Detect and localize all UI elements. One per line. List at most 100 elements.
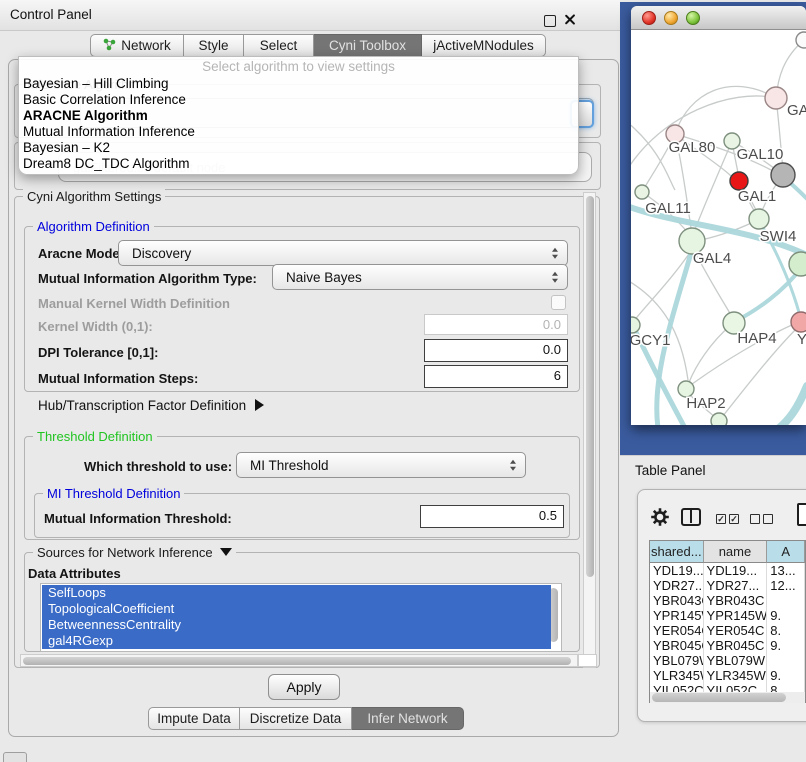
tab-jactivemnodules[interactable]: jActiveMNodules: [422, 34, 546, 57]
dpi-tolerance-field[interactable]: 0.0: [424, 339, 568, 362]
tab-infer-network[interactable]: Infer Network: [352, 707, 464, 730]
dropdown-item-bayesian-k2[interactable]: Bayesian – K2: [23, 140, 110, 156]
table-row[interactable]: YDL19...YDL19...13...: [650, 563, 805, 578]
table-cell: YPR145W: [650, 608, 704, 623]
table-row[interactable]: YBL079WYBL079W: [650, 653, 805, 668]
tab-discretize-data[interactable]: Discretize Data: [240, 707, 352, 730]
table-row[interactable]: YPR145WYPR145W9.: [650, 608, 805, 623]
column-header-name[interactable]: name: [704, 541, 768, 563]
network-node[interactable]: [749, 209, 769, 229]
dropdown-item-mutual-information-inference[interactable]: Mutual Information Inference: [23, 124, 195, 140]
table-horizontal-scrollbar[interactable]: [650, 692, 805, 703]
network-window: GALGAL80GAL10GAL1GAL11SWI4GAL4GCY1HAP4YH…: [631, 6, 806, 425]
column-header-shared[interactable]: shared...: [650, 541, 704, 563]
node-label-gal1: GAL1: [738, 188, 776, 205]
which-threshold-label: Which threshold to use:: [84, 459, 232, 474]
select-all-columns-icon[interactable]: ✓: [716, 514, 726, 524]
attribute-item-selfloops[interactable]: SelfLoops: [42, 585, 551, 601]
table-row[interactable]: YER054CYER054C8.: [650, 623, 805, 638]
scrollbar-thumb[interactable]: [586, 196, 594, 577]
dropdown-item-aracne-algorithm[interactable]: ARACNE Algorithm: [23, 108, 148, 124]
which-threshold-combobox[interactable]: MI Threshold: [236, 452, 526, 478]
column-header-a[interactable]: A: [767, 541, 805, 563]
algorithm-dropdown-placeholder: Select algorithm to view settings: [19, 59, 578, 74]
gear-icon[interactable]: [649, 506, 671, 528]
settings-horizontal-scrollbar[interactable]: [20, 654, 578, 667]
tab-select[interactable]: Select: [244, 34, 314, 57]
minimized-panel-icon[interactable]: [3, 752, 27, 762]
control-panel-titlebar: Control Panel: [0, 0, 620, 31]
stepper-arrows-icon: [552, 272, 558, 283]
stepper-arrows-icon: [552, 248, 558, 259]
expand-down-icon: [220, 548, 232, 556]
network-edge-highlighted: [736, 268, 801, 321]
select-all-columns-icon[interactable]: ✓: [729, 514, 739, 524]
deselect-all-columns-icon[interactable]: [750, 514, 760, 524]
cyni-bottom-tabs: Impute Data Discretize Data Infer Network: [148, 707, 464, 730]
network-edge: [688, 325, 731, 385]
node-table[interactable]: shared...nameAYDL19...YDL19...13...YDR27…: [649, 540, 806, 703]
table-cell: 9.: [767, 638, 805, 653]
attribute-item-gal4rgexp[interactable]: gal4RGexp: [42, 633, 551, 649]
table-cell: YDR27...: [650, 578, 704, 593]
sources-group-title[interactable]: Sources for Network Inference: [33, 545, 236, 560]
tab-label: Impute Data: [157, 711, 231, 726]
aracne-mode-combobox[interactable]: Discovery: [118, 240, 568, 266]
float-window-icon[interactable]: [544, 15, 556, 27]
node-label-gal11: GAL11: [645, 200, 691, 217]
network-canvas[interactable]: GALGAL80GAL10GAL1GAL11SWI4GAL4GCY1HAP4YH…: [631, 30, 806, 425]
attribute-item-betweennesscentrality[interactable]: BetweennessCentrality: [42, 617, 551, 633]
kernel-width-field[interactable]: 0.0: [424, 314, 568, 335]
apply-button[interactable]: Apply: [268, 674, 340, 700]
tab-label: Discretize Data: [250, 711, 342, 726]
network-graph[interactable]: GALGAL80GAL10GAL1GAL11SWI4GAL4GCY1HAP4YH…: [631, 30, 806, 425]
network-node[interactable]: [711, 413, 727, 425]
mi-type-combobox[interactable]: Naive Bayes: [272, 264, 568, 290]
scrollbar-thumb[interactable]: [652, 693, 786, 702]
dropdown-item-bayesian-hill-climbing[interactable]: Bayesian – Hill Climbing: [23, 76, 169, 92]
network-node[interactable]: [796, 32, 806, 48]
table-row[interactable]: YDR27...YDR27...12...: [650, 578, 805, 593]
tab-cyni-toolbox[interactable]: Cyni Toolbox: [314, 34, 422, 57]
dropdown-item-basic-correlation-inference[interactable]: Basic Correlation Inference: [23, 92, 186, 108]
mi-steps-field[interactable]: 6: [424, 365, 568, 388]
manual-kernel-checkbox[interactable]: [551, 295, 566, 310]
network-node[interactable]: [789, 252, 806, 276]
network-node[interactable]: [791, 312, 806, 332]
node-label-gcy1: GCY1: [631, 332, 670, 349]
close-icon[interactable]: [564, 13, 577, 26]
minimize-icon[interactable]: [664, 11, 678, 25]
tab-impute-data[interactable]: Impute Data: [148, 707, 240, 730]
network-window-titlebar[interactable]: [631, 6, 806, 30]
tab-network[interactable]: Network: [90, 34, 184, 57]
close-icon[interactable]: [642, 11, 656, 25]
table-cell: YBR045C: [650, 638, 704, 653]
expand-right-icon: [255, 399, 264, 411]
table-row[interactable]: YBR045CYBR045C9.: [650, 638, 805, 653]
tab-style[interactable]: Style: [184, 34, 244, 57]
mi-threshold-field[interactable]: 0.5: [420, 505, 564, 528]
table-cell: YBR043C: [704, 593, 768, 608]
zoom-icon[interactable]: [686, 11, 700, 25]
table-cell: YDR27...: [704, 578, 768, 593]
table-row[interactable]: YLR345WYLR345W9.: [650, 668, 805, 683]
network-node[interactable]: [771, 163, 795, 187]
settings-vertical-scrollbar[interactable]: [583, 192, 596, 668]
table-cell: YLR345W: [704, 668, 768, 683]
data-attributes-list[interactable]: SelfLoopsTopologicalCoefficientBetweenne…: [40, 583, 562, 652]
attribute-item-topologicalcoefficient[interactable]: TopologicalCoefficient: [42, 601, 551, 617]
export-table-icon[interactable]: [797, 503, 806, 526]
aracne-mode-value: Discovery: [132, 246, 191, 261]
tab-label: Style: [198, 38, 228, 53]
hub-definition-expander[interactable]: Hub/Transcription Factor Definition: [38, 398, 264, 413]
columns-icon[interactable]: [681, 508, 701, 526]
scrollbar-thumb[interactable]: [23, 657, 571, 665]
cyni-algorithm-settings-title: Cyni Algorithm Settings: [23, 189, 165, 204]
dropdown-item-dream8-dc-tdc-algorithm[interactable]: Dream8 DC_TDC Algorithm: [23, 156, 190, 172]
tab-label: Network: [121, 38, 171, 53]
network-node[interactable]: [635, 185, 649, 199]
table-row[interactable]: YBR043CYBR043C: [650, 593, 805, 608]
network-node[interactable]: [765, 87, 787, 109]
deselect-all-columns-icon[interactable]: [763, 514, 773, 524]
network-node[interactable]: [631, 317, 640, 333]
